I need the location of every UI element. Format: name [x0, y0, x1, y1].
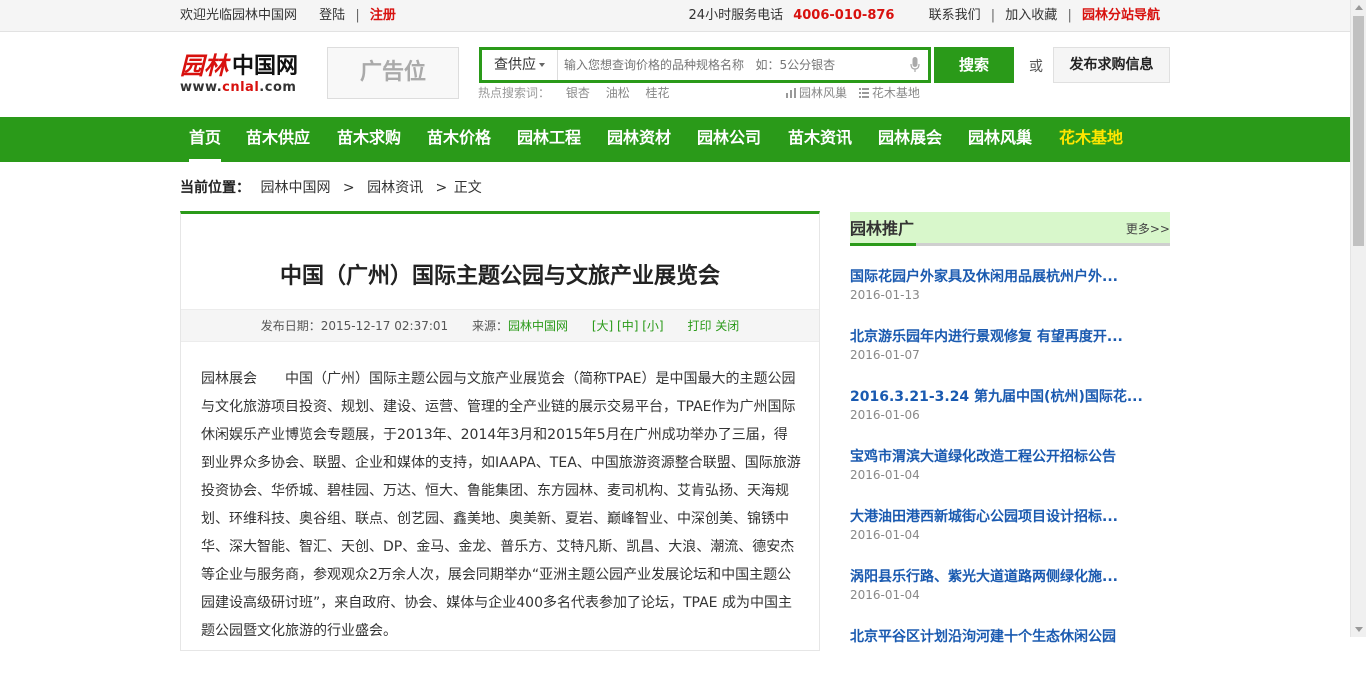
logo-mark: 园林	[180, 51, 228, 80]
login-link[interactable]: 登陆	[319, 8, 345, 23]
hot-word[interactable]: 桂花	[646, 86, 670, 100]
promo-title[interactable]: 国际花园户外家具及休闲用品展杭州户外...	[850, 267, 1170, 287]
chevron-down-icon	[539, 63, 545, 67]
breadcrumb-label: 当前位置：	[180, 180, 250, 196]
promo-title[interactable]: 涡阳县乐行路、紫光大道道路两侧绿化施...	[850, 567, 1170, 587]
breadcrumb-current: 正文	[453, 180, 482, 196]
list-item: 北京平谷区计划沿泃河建十个生态休闲公园	[850, 627, 1170, 687]
nav-item-companies[interactable]: 园林公司	[697, 117, 761, 162]
breadcrumb: 当前位置： 园林中国网 > 园林资讯 > 正文	[180, 177, 482, 197]
promo-title[interactable]: 北京平谷区计划沿泃河建十个生态休闲公园	[850, 627, 1170, 647]
date-label: 发布日期：	[260, 319, 321, 333]
promo-date: 2016-01-04	[850, 588, 920, 602]
breadcrumb-separator: >	[435, 180, 448, 196]
font-size-medium[interactable]: [中]	[617, 319, 638, 333]
breadcrumb-separator: >	[342, 180, 355, 196]
nav-item-materials[interactable]: 园林资材	[607, 117, 671, 162]
search-type-label: 查供应	[494, 57, 536, 73]
nav-item-purchase[interactable]: 苗木求购	[337, 117, 401, 162]
promo-sidebar: 园林推广 更多>> 国际花园户外家具及休闲用品展杭州户外... 2016-01-…	[850, 212, 1170, 645]
contact-link[interactable]: 联系我们	[929, 8, 981, 23]
promo-date: 2016-01-06	[850, 408, 920, 422]
nav-item-engineering[interactable]: 园林工程	[517, 117, 581, 162]
nav-item-home[interactable]: 首页	[189, 117, 222, 162]
promo-title[interactable]: 大港油田港西新城街心公园项目设计招标...	[850, 507, 1170, 527]
article-meta: 发布日期：2015-12-17 02:37:01 来源：园林中国网 [大] [中…	[181, 309, 819, 342]
hot-search: 热点搜索词： 银杏 油松 桂花	[478, 84, 670, 101]
promo-title[interactable]: 2016.3.21-3.24 第九届中国(杭州)国际花...	[850, 387, 1170, 407]
search-button[interactable]: 搜索	[934, 47, 1014, 83]
hotline-number: 4006-010-876	[793, 8, 895, 23]
nav-item-exhibitions[interactable]: 园林展会	[878, 117, 942, 162]
promo-date: 2016-01-07	[850, 348, 920, 362]
main-nav: 首页 苗木供应 苗木求购 苗木价格 园林工程 园林资材 园林公司 苗木资讯 园林…	[0, 117, 1350, 162]
list-item: 涡阳县乐行路、紫光大道道路两侧绿化施... 2016-01-04	[850, 567, 1170, 627]
scroll-thumb[interactable]	[1353, 16, 1364, 246]
more-link[interactable]: 更多>>	[1126, 212, 1170, 246]
sidebar-title: 园林推广	[850, 212, 917, 246]
promo-title[interactable]: 北京游乐园年内进行景观修复 有望再度开...	[850, 327, 1170, 347]
list-item: 2016.3.21-3.24 第九届中国(杭州)国际花... 2016-01-0…	[850, 387, 1170, 447]
quick-link-base[interactable]: 花木基地	[858, 86, 920, 100]
article-title: 中国（广州）国际主题公园与文旅产业展览会	[279, 264, 720, 289]
list-item: 宝鸡市渭滨大道绿化改造工程公开招标公告 2016-01-04	[850, 447, 1170, 507]
hot-word[interactable]: 银杏	[566, 86, 590, 100]
nav-item-news[interactable]: 苗木资讯	[788, 117, 852, 162]
promo-date: 2016-01-13	[850, 288, 920, 302]
breadcrumb-home[interactable]: 园林中国网	[260, 180, 330, 196]
nav-item-price[interactable]: 苗木价格	[427, 117, 491, 162]
hot-search-label: 热点搜索词：	[478, 86, 551, 100]
article: 中国（广州）国际主题公园与文旅产业展览会 发布日期：2015-12-17 02:…	[180, 211, 820, 651]
scroll-down-icon[interactable]	[1355, 627, 1363, 632]
nav-item-fengchao[interactable]: 园林风巢	[968, 117, 1032, 162]
nav-item-supply[interactable]: 苗木供应	[246, 117, 310, 162]
quick-links: 园林风巢 花木基地	[786, 84, 928, 101]
ad-placeholder[interactable]: 广告位	[327, 47, 459, 99]
divider: |	[1067, 8, 1072, 23]
promo-date: 2016-01-04	[850, 468, 920, 482]
header: 园林 中国网 www.cnlal.com 广告位 查供应 搜索 或 发布求购信息…	[180, 32, 1170, 117]
or-text: 或	[1029, 59, 1043, 75]
source-label: 来源：	[471, 319, 508, 333]
register-link[interactable]: 注册	[370, 8, 396, 23]
list-icon	[858, 88, 869, 98]
divider: |	[355, 8, 360, 23]
nav-item-bases[interactable]: 花木基地	[1059, 117, 1123, 162]
top-bar: 欢迎光临园林中国网 登陆 | 注册 24小时服务电话 4006-010-876 …	[0, 0, 1350, 32]
divider: |	[990, 8, 996, 23]
page-scrollbar[interactable]	[1350, 0, 1366, 637]
list-item: 国际花园户外家具及休闲用品展杭州户外... 2016-01-13	[850, 267, 1170, 327]
article-body: 园林展会 中国（广州）国际主题公园与文旅产业展览会（简称TPAE）是中国最大的主…	[201, 371, 801, 639]
scroll-up-icon[interactable]	[1355, 5, 1363, 10]
substations-link[interactable]: 园林分站导航	[1082, 8, 1160, 23]
publish-date: 2015-12-17 02:37:01	[320, 319, 449, 333]
font-size-large[interactable]: [大]	[592, 319, 613, 333]
breadcrumb-news[interactable]: 园林资讯	[367, 180, 423, 196]
logo-name: 中国网	[232, 54, 299, 79]
sidebar-header: 园林推广 更多>>	[850, 212, 1170, 246]
promo-date: 2016-01-04	[850, 528, 920, 542]
promo-list: 国际花园户外家具及休闲用品展杭州户外... 2016-01-13 北京游乐园年内…	[850, 267, 1170, 687]
publish-request-button[interactable]: 发布求购信息	[1053, 47, 1170, 83]
list-item: 大港油田港西新城街心公园项目设计招标... 2016-01-04	[850, 507, 1170, 567]
bar-chart-icon	[786, 88, 796, 98]
microphone-icon[interactable]	[910, 57, 920, 73]
bookmark-link[interactable]: 加入收藏	[1005, 8, 1057, 23]
list-item: 北京游乐园年内进行景观修复 有望再度开... 2016-01-07	[850, 327, 1170, 387]
hotline-label: 24小时服务电话	[688, 8, 784, 23]
search-input[interactable]	[564, 50, 894, 80]
font-size-small[interactable]: [小]	[642, 319, 663, 333]
search-box: 查供应	[479, 47, 931, 83]
search-type-dropdown[interactable]: 查供应	[482, 50, 558, 80]
source-link[interactable]: 园林中国网	[508, 319, 568, 333]
close-link[interactable]: 关闭	[715, 319, 739, 333]
print-link[interactable]: 打印	[687, 319, 711, 333]
quick-link-fengchao[interactable]: 园林风巢	[786, 86, 851, 100]
logo-url: www.cnlal.com	[180, 80, 297, 95]
site-logo[interactable]: 园林 中国网 www.cnlal.com	[180, 46, 310, 98]
hot-word[interactable]: 油松	[606, 86, 630, 100]
promo-title[interactable]: 宝鸡市渭滨大道绿化改造工程公开招标公告	[850, 447, 1170, 467]
welcome-text: 欢迎光临园林中国网	[180, 8, 298, 23]
